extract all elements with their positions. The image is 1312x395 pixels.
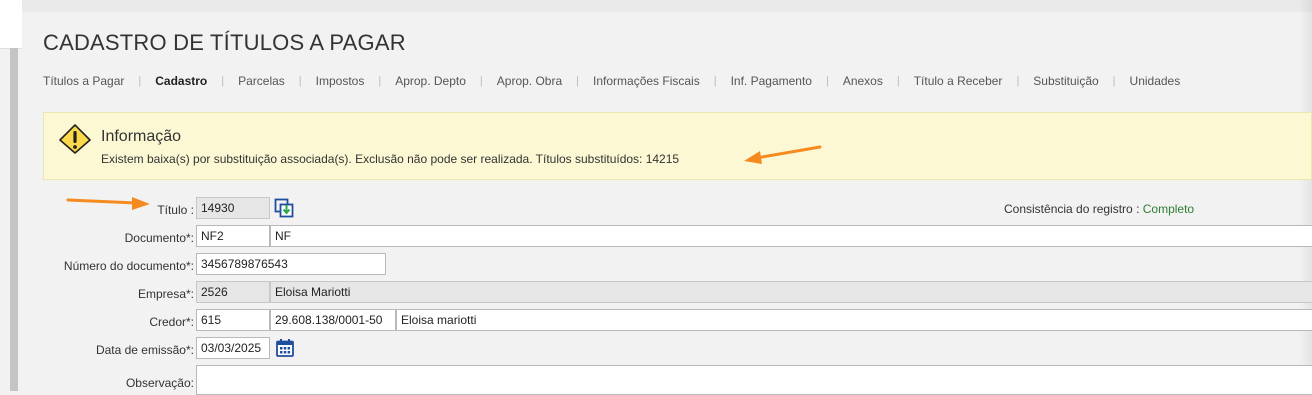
right-edge-shadow [1298,0,1312,391]
tab-parcelas[interactable]: Parcelas [238,74,285,88]
tab-separator: | [576,75,580,87]
documento-description-input[interactable]: NF [270,225,1312,247]
warning-icon [59,124,91,154]
empresa-name-field: Eloisa Mariotti [270,281,1312,303]
annotation-arrow-message [744,145,822,164]
tab-separator: | [825,75,829,87]
top-left-panel [0,0,22,49]
info-panel: Informação Existem baixa(s) por substitu… [43,112,1312,180]
tab-anexos[interactable]: Anexos [843,74,883,88]
consistencia-label: Consistência do registro : [1004,202,1140,216]
tab-bar: Títulos a Pagar | Cadastro | Parcelas | Impost… [43,74,1180,88]
tab-separator: | [713,75,717,87]
page-title: CADASTRO DE TÍTULOS A PAGAR [43,30,406,55]
tab-separator: | [378,75,382,87]
tab-separator: | [1016,75,1020,87]
tab-titulo-a-receber[interactable]: Título a Receber [914,74,1003,88]
titulo-field: 14930 [196,197,270,219]
numero-documento-label: Número do documento*: [63,259,194,273]
annotation-arrow-titulo [66,197,150,210]
tab-impostos[interactable]: Impostos [316,74,365,88]
numero-documento-input[interactable]: 3456789876543 [196,253,386,275]
empresa-code-field: 2526 [196,281,270,303]
tab-substituicao[interactable]: Substituição [1033,74,1098,88]
tab-separator: | [298,75,302,87]
left-scroll-bar[interactable] [10,48,18,391]
credor-cnpj-input[interactable]: 29.608.138/0001-50 [270,309,396,331]
copy-icon[interactable] [274,198,294,218]
documento-code-input[interactable]: NF2 [196,225,270,247]
credor-label: Credor*: [149,315,194,329]
tab-separator: | [221,75,225,87]
observacao-label: Observação: [125,376,194,390]
tab-unidades[interactable]: Unidades [1130,74,1181,88]
credor-code-input[interactable]: 615 [196,309,270,331]
credor-name-input[interactable]: Eloisa mariotti [396,309,1312,331]
consistencia-value: Completo [1142,202,1195,216]
data-emissao-label: Data de emissão*: [95,343,194,357]
info-title: Informação [101,128,182,145]
tab-cadastro[interactable]: Cadastro [155,74,207,88]
tab-aprop-obra[interactable]: Aprop. Obra [497,74,562,88]
consistencia-registro: Consistência do registro : Completo [1004,202,1194,216]
tab-separator: | [138,75,142,87]
calendar-icon[interactable] [275,338,295,358]
tab-separator: | [1112,75,1116,87]
tab-separator: | [479,75,483,87]
top-strip [0,0,1312,12]
tab-aprop-depto[interactable]: Aprop. Depto [395,74,466,88]
documento-label: Documento*: [124,231,194,245]
tab-inf-pagamento[interactable]: Inf. Pagamento [731,74,812,88]
info-message: Existem baixa(s) por substituição associ… [101,152,680,166]
tab-separator: | [896,75,900,87]
empresa-label: Empresa*: [137,287,194,301]
data-emissao-input[interactable]: 03/03/2025 [196,337,270,359]
titulo-label: Título : [157,203,194,217]
tab-informacoes-fiscais[interactable]: Informações Fiscais [593,74,700,88]
tab-titulos-a-pagar[interactable]: Títulos a Pagar [43,74,124,88]
